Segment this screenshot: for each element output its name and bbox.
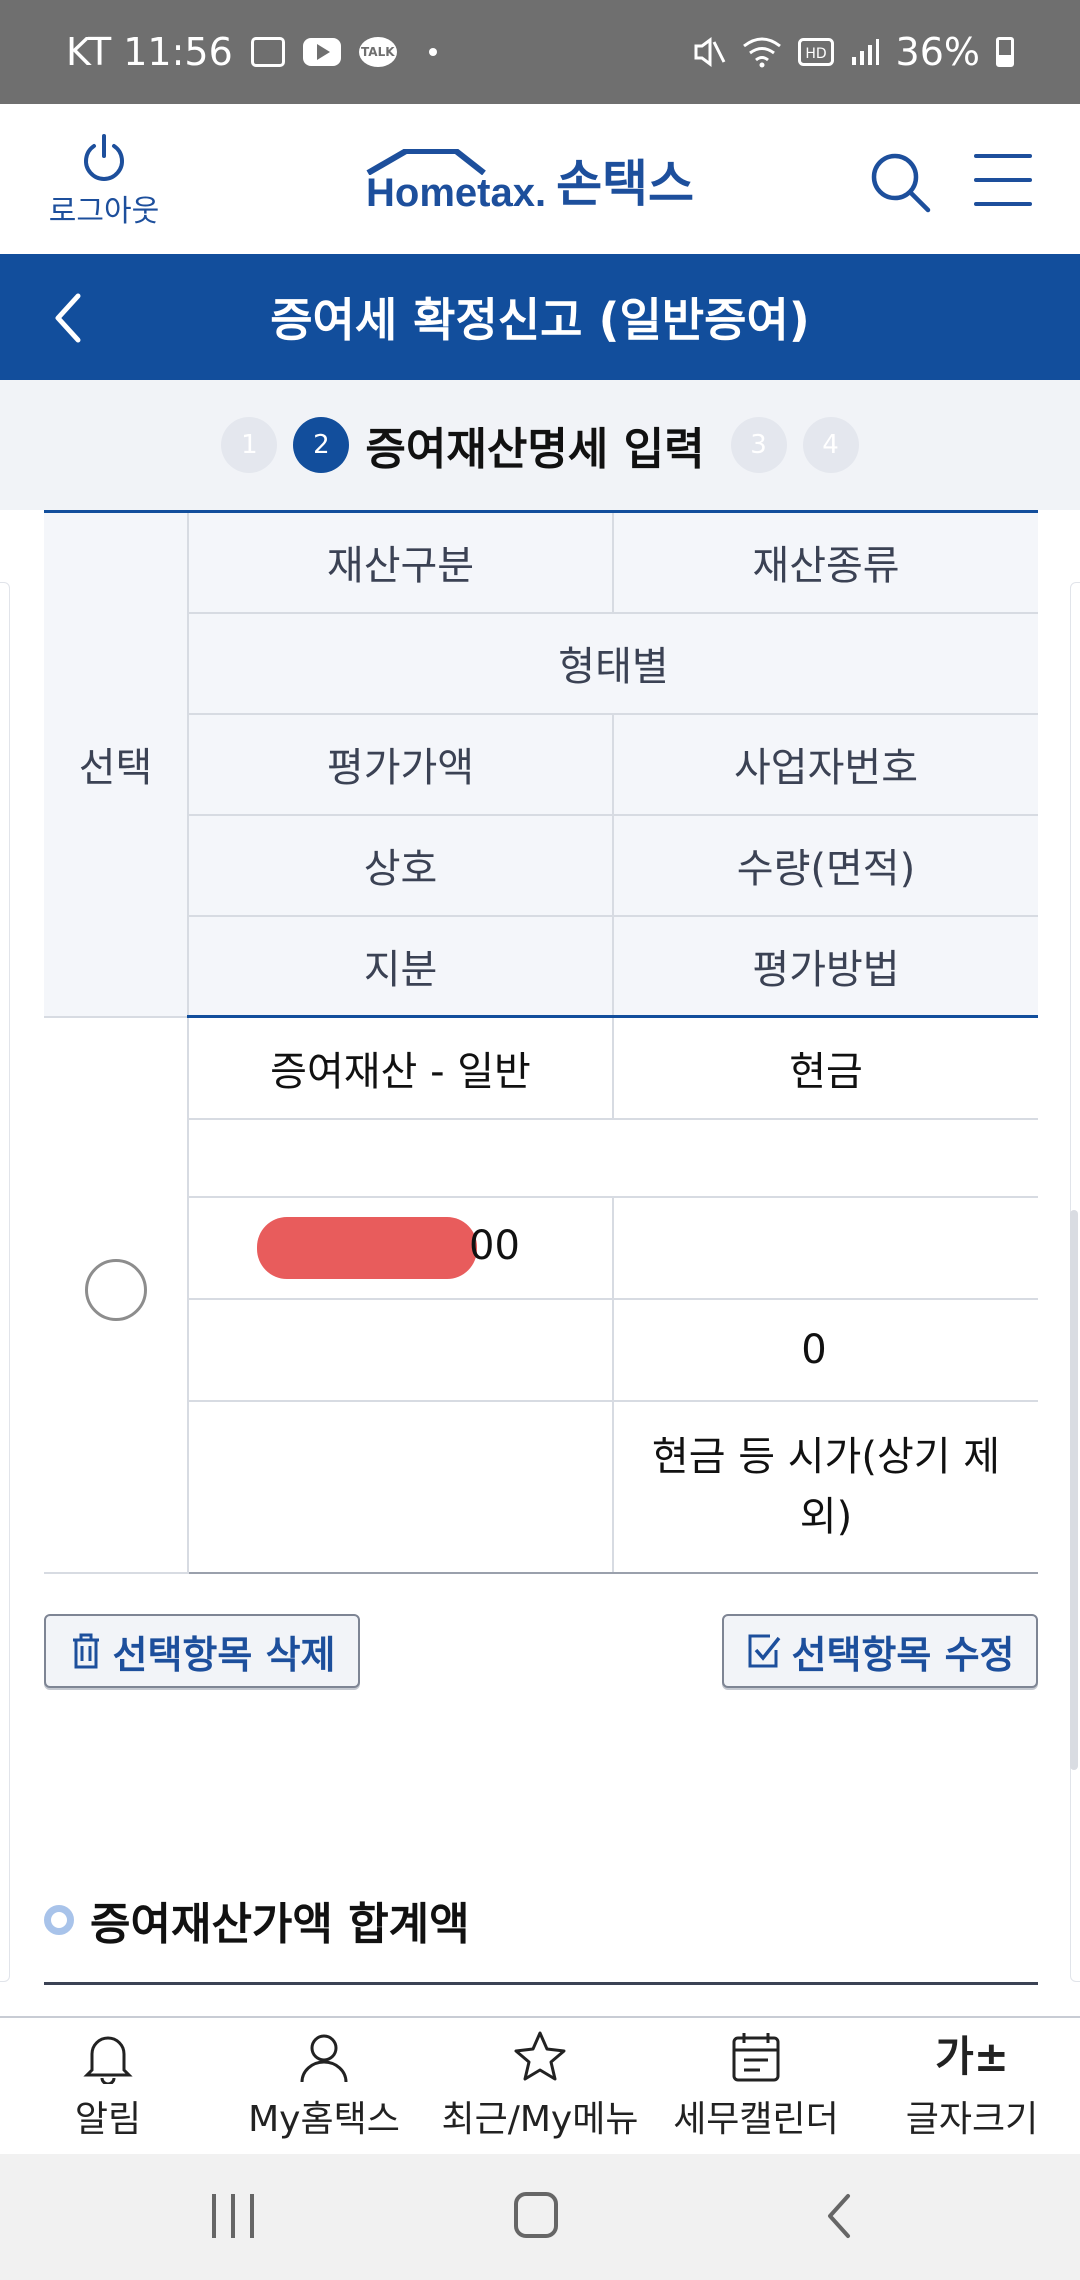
logout-button[interactable]: 로그아웃 <box>44 132 164 230</box>
header-appraised-value: 평가가액 <box>187 712 614 816</box>
edit-check-icon <box>748 1634 780 1668</box>
table-row: 증여재산 - 일반 현금 00 0 현금 등 시가(상기 제외) <box>44 1015 1038 1574</box>
row-select-cell <box>44 1015 189 1574</box>
section-title-text: 증여재산가액 합계액 <box>90 1899 470 1950</box>
nav-my-hometax-label: My홈택스 <box>248 2099 400 2140</box>
header-property-category: 재산구분 <box>187 510 614 614</box>
wifi-icon <box>742 37 781 68</box>
nav-font-size-label: 글자크기 <box>905 2099 1039 2140</box>
youtube-icon <box>302 38 341 66</box>
section-heading: 증여재산가액 합계액 <box>44 1888 470 1952</box>
calendar-icon <box>732 2033 780 2082</box>
redaction-mark <box>257 1216 478 1279</box>
nav-font-size[interactable]: 가± 글자크기 <box>864 2018 1080 2154</box>
user-icon <box>300 2034 348 2083</box>
scrollbar[interactable] <box>1070 1210 1078 1770</box>
back-arrow-icon[interactable] <box>48 288 88 348</box>
hd-icon: HD <box>797 38 834 66</box>
cell-quantity: 0 <box>612 1297 1038 1402</box>
hamburger-menu-icon[interactable] <box>974 154 1032 206</box>
home-icon[interactable] <box>514 2192 558 2238</box>
battery-icon <box>996 37 1014 67</box>
trash-icon <box>72 1633 99 1669</box>
prev-card-edge <box>0 582 10 1982</box>
app-header: 로그아웃 Hometax. 손택스 <box>0 104 1080 254</box>
nav-recent-menu-label: 최근/My메뉴 <box>441 2099 639 2140</box>
gift-property-table: 선택 재산구분 재산종류 형태별 평가가액 사업자번호 상호 수량(면적) 지분… <box>44 510 1038 1574</box>
cell-company-name <box>187 1297 614 1402</box>
cell-property-type: 현금 <box>612 1015 1038 1120</box>
logo-english: Hometax. <box>366 171 547 215</box>
nav-tax-calendar-label: 세무캘린더 <box>673 2099 839 2140</box>
delete-selected-label: 선택항목 삭제 <box>112 1632 336 1677</box>
bottom-navigation: 알림 My홈택스 최근/My메뉴 세무캘린더 가± 글자크기 <box>0 2016 1080 2154</box>
nav-alerts[interactable]: 알림 <box>0 2018 216 2154</box>
hometax-logo[interactable]: Hometax. 손택스 <box>366 144 694 216</box>
cell-valuation-method: 현금 등 시가(상기 제외) <box>612 1399 1038 1574</box>
step-1: 1 <box>221 417 278 473</box>
header-company-name: 상호 <box>187 813 614 917</box>
system-back-icon[interactable] <box>820 2190 860 2242</box>
cell-appraised-value-digits: 00 <box>469 1222 520 1269</box>
step-3: 3 <box>730 417 787 473</box>
mute-icon <box>694 37 725 67</box>
header-share: 지분 <box>187 914 614 1018</box>
svg-text:HD: HD <box>805 46 826 62</box>
nav-recent-menu[interactable]: 최근/My메뉴 <box>432 2018 648 2154</box>
nav-alerts-label: 알림 <box>74 2099 142 2140</box>
delete-selected-button[interactable]: 선택항목 삭제 <box>44 1614 360 1688</box>
edit-selected-label: 선택항목 수정 <box>791 1632 1015 1677</box>
recent-apps-icon[interactable] <box>212 2194 254 2238</box>
more-dot-icon <box>428 48 437 56</box>
header-business-number: 사업자번호 <box>612 712 1038 816</box>
cell-appraised-value: 00 <box>187 1195 614 1300</box>
gallery-icon <box>250 37 285 67</box>
signal-icon <box>851 39 879 65</box>
content-area: 선택 재산구분 재산종류 형태별 평가가액 사업자번호 상호 수량(면적) 지분… <box>0 510 1080 2016</box>
system-navigation-bar <box>0 2154 1080 2280</box>
step-4: 4 <box>802 417 859 473</box>
title-bar: 증여세 확정신고 (일반증여) <box>0 254 1080 380</box>
header-select: 선택 <box>44 510 189 1018</box>
cell-property-category: 증여재산 - 일반 <box>187 1015 614 1120</box>
star-icon <box>514 2031 566 2081</box>
logo-roof-icon <box>366 149 486 175</box>
page-title: 증여세 확정신고 (일반증여) <box>270 293 810 347</box>
power-icon <box>84 134 124 181</box>
bell-icon <box>83 2036 133 2084</box>
search-icon[interactable] <box>868 150 932 214</box>
status-bar: KT 11:56 TALK HD 36% <box>0 0 1080 104</box>
step-indicator: 1 2 증여재산명세 입력 3 4 <box>0 380 1080 510</box>
cell-share <box>187 1399 614 1574</box>
header-property-type: 재산종류 <box>612 510 1038 614</box>
logo-korean: 손택스 <box>556 155 695 213</box>
nav-tax-calendar[interactable]: 세무캘린더 <box>648 2018 864 2154</box>
battery-percent: 36% <box>895 30 980 74</box>
step-active-label: 증여재산명세 입력 <box>365 424 705 475</box>
font-size-icon: 가± <box>935 2032 1009 2081</box>
talk-icon: TALK <box>358 37 397 67</box>
logout-label: 로그아웃 <box>48 194 160 229</box>
cell-business-number <box>612 1195 1038 1300</box>
cell-form <box>187 1117 1038 1198</box>
step-2: 2 <box>293 417 350 473</box>
header-valuation-method: 평가방법 <box>612 914 1038 1018</box>
header-form: 형태별 <box>187 611 1038 715</box>
edit-selected-button[interactable]: 선택항목 수정 <box>722 1614 1038 1688</box>
carrier-time: KT 11:56 <box>66 30 233 74</box>
nav-my-hometax[interactable]: My홈택스 <box>216 2018 432 2154</box>
row-select-radio[interactable] <box>84 1258 147 1321</box>
header-quantity: 수량(면적) <box>612 813 1038 917</box>
section-divider <box>44 1982 1038 1985</box>
section-bullet-icon <box>44 1905 74 1935</box>
